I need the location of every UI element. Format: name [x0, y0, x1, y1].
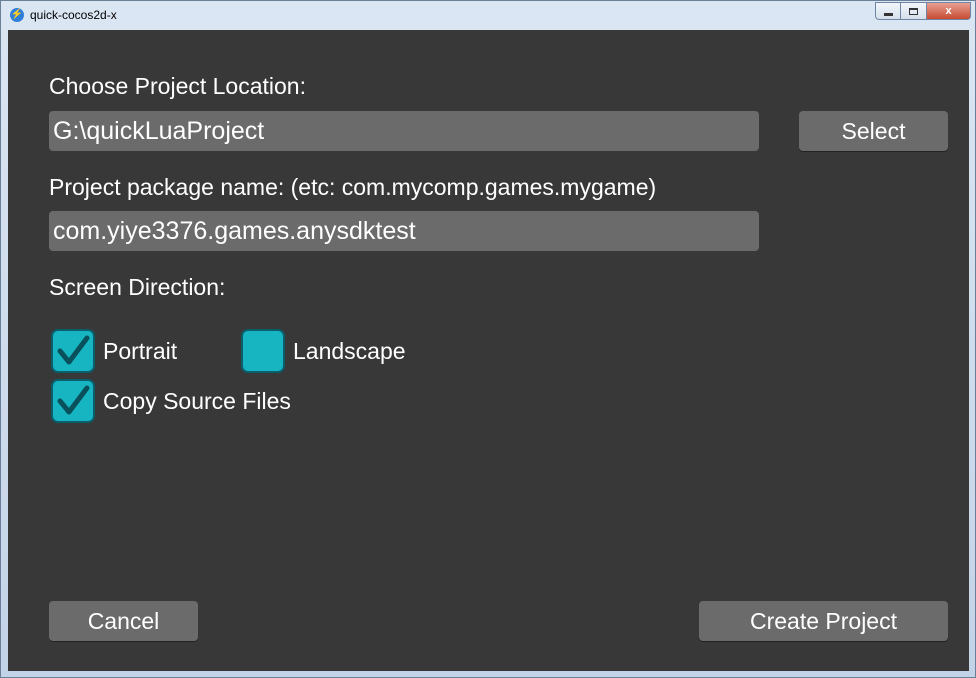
- select-button[interactable]: Select: [799, 111, 948, 151]
- package-label: Project package name: (etc: com.mycomp.g…: [49, 174, 657, 200]
- close-icon: x: [945, 5, 952, 17]
- maximize-button[interactable]: [901, 2, 927, 20]
- portrait-checkbox[interactable]: [51, 329, 95, 373]
- location-input[interactable]: G:\quickLuaProject: [49, 111, 759, 151]
- portrait-label[interactable]: Portrait: [103, 338, 177, 365]
- create-project-button[interactable]: Create Project: [699, 601, 948, 641]
- maximize-icon: [909, 7, 918, 15]
- cancel-button[interactable]: Cancel: [49, 601, 198, 641]
- checkmark-icon: [57, 335, 90, 365]
- copy-source-label[interactable]: Copy Source Files: [103, 388, 291, 415]
- new-project-dialog: Choose Project Location: G:\quickLuaProj…: [8, 30, 969, 671]
- direction-label: Screen Direction:: [49, 274, 226, 300]
- close-button[interactable]: x: [927, 2, 971, 20]
- title-bar[interactable]: ⚡ quick-cocos2d-x x: [1, 1, 975, 29]
- copy-source-checkbox[interactable]: [51, 379, 95, 423]
- landscape-checkbox[interactable]: [241, 329, 285, 373]
- app-window: ⚡ quick-cocos2d-x x Choose Project Locat…: [0, 0, 976, 678]
- app-logo-icon: ⚡: [10, 8, 24, 22]
- landscape-label[interactable]: Landscape: [293, 338, 406, 365]
- package-input[interactable]: com.yiye3376.games.anysdktest: [49, 211, 759, 251]
- minimize-icon: [883, 12, 893, 16]
- checkmark-icon: [57, 385, 90, 415]
- window-title: quick-cocos2d-x: [30, 8, 117, 22]
- minimize-button[interactable]: [875, 2, 901, 20]
- location-label: Choose Project Location:: [49, 73, 306, 99]
- window-controls: x: [875, 2, 971, 20]
